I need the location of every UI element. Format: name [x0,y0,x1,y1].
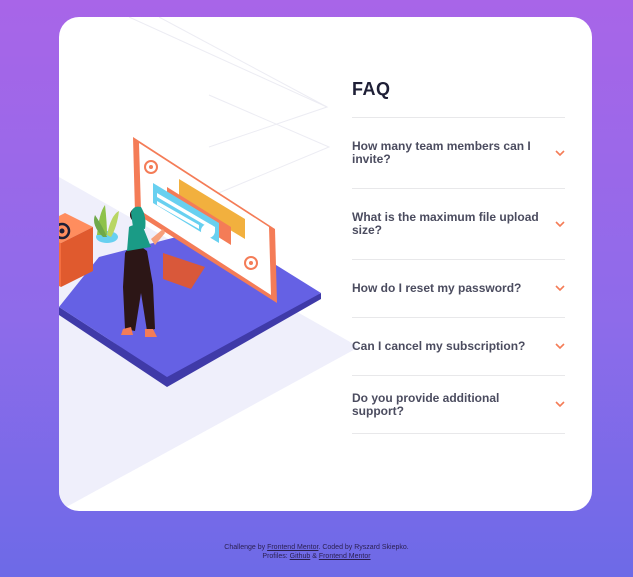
faq-title: FAQ [352,79,391,99]
profiles-line: Profiles: Github & Frontend Mentor [0,552,633,561]
attribution-prefix: Challenge by [224,544,268,551]
faq-question: How do I reset my password? [352,281,522,295]
chevron-down-icon[interactable] [555,220,565,228]
faq-question: What is the maximum file upload size? [352,210,539,237]
faq-question: Do you provide additional support? [352,390,500,418]
faq-item-cancel-subscription[interactable]: Can I cancel my subscription? [352,318,565,376]
faq-item-upload-size[interactable]: What is the maximum file upload size? [352,189,565,260]
frontend-mentor-profile-link[interactable]: Frontend Mentor [319,553,371,560]
attribution-line: Challenge by Frontend Mentor. Coded by R… [0,543,633,552]
chevron-down-icon[interactable] [555,285,565,292]
faq-section: FAQ How many team members can I invite? … [352,79,565,434]
attribution-footer: Challenge by Frontend Mentor. Coded by R… [0,543,633,561]
faq-card: FAQ How many team members can I invite? … [59,17,592,511]
chevron-down-icon[interactable] [555,343,565,350]
faq-list: How many team members can I invite? What… [352,117,565,434]
chevron-down-icon[interactable] [555,401,565,408]
chevron-down-icon[interactable] [555,149,565,157]
github-link[interactable]: Github [290,553,311,560]
frontend-mentor-link[interactable]: Frontend Mentor [267,544,318,551]
coded-by-text: . Coded by Ryszard Skiepko. [318,544,409,551]
faq-question: How many team members can I invite? [352,139,531,166]
faq-item-team-members[interactable]: How many team members can I invite? [352,118,565,189]
faq-item-additional-support[interactable]: Do you provide additional support? [352,376,565,434]
faq-item-reset-password[interactable]: How do I reset my password? [352,260,565,318]
faq-question: Can I cancel my subscription? [352,339,526,353]
profiles-separator: & [310,553,319,560]
profiles-prefix: Profiles: [262,553,290,560]
